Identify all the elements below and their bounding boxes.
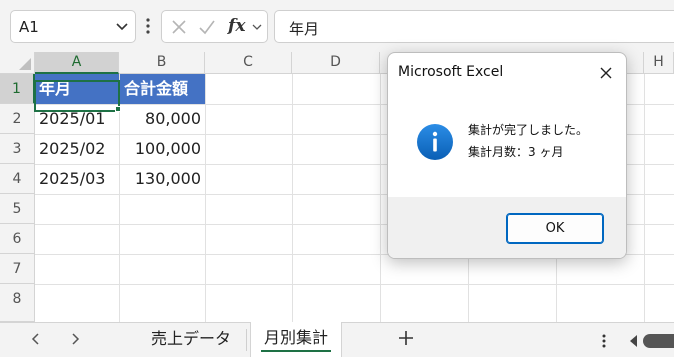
- chevron-left-icon[interactable]: [29, 332, 43, 346]
- row-header-4[interactable]: 4: [0, 164, 35, 194]
- column-header-c[interactable]: C: [205, 52, 292, 74]
- dialog-footer: OK: [388, 197, 626, 258]
- dialog-title: Microsoft Excel: [398, 64, 504, 80]
- cell-a4[interactable]: 2025/03: [35, 164, 119, 194]
- expand-chevron-icon[interactable]: [251, 21, 263, 33]
- cell-b2[interactable]: 80,000: [120, 104, 205, 134]
- row-header-2[interactable]: 2: [0, 104, 35, 134]
- cell-b4[interactable]: 130,000: [120, 164, 205, 194]
- row-header-1[interactable]: 1: [0, 74, 35, 104]
- name-box-value: A1: [19, 18, 39, 36]
- more-options-icon[interactable]: [145, 16, 151, 36]
- column-header-a[interactable]: A: [35, 52, 119, 74]
- sheet-tab-bar: 売上データ 月別集計: [0, 322, 674, 357]
- row-header-8[interactable]: 8: [0, 284, 35, 322]
- more-options-icon[interactable]: [601, 333, 607, 349]
- fill-handle[interactable]: [115, 106, 121, 112]
- row-header-6[interactable]: 6: [0, 224, 35, 254]
- ok-button[interactable]: OK: [506, 213, 604, 244]
- cell-b3[interactable]: 100,000: [120, 134, 205, 164]
- formula-bar: A1 fx 年月: [0, 0, 674, 52]
- add-sheet-icon[interactable]: [396, 328, 416, 348]
- name-box[interactable]: A1: [10, 10, 136, 43]
- formula-buttons: fx: [161, 10, 268, 43]
- info-icon: [417, 124, 453, 160]
- active-cell-border: [34, 80, 120, 112]
- dialog-body: 集計が完了しました。 集計月数：3 ヶ月: [388, 89, 626, 197]
- scroll-left-icon[interactable]: [630, 335, 637, 347]
- enter-check-icon[interactable]: [198, 18, 216, 36]
- excel-window: A1 fx 年月 A B C D E F G H 1 2 3 4 5 6 7 8: [0, 0, 674, 357]
- chevron-down-icon[interactable]: [115, 19, 129, 33]
- row-header-3[interactable]: 3: [0, 134, 35, 164]
- dialog-message-line-1: 集計が完了しました。: [468, 123, 589, 137]
- column-header-b[interactable]: B: [119, 52, 205, 74]
- horizontal-scrollbar[interactable]: [643, 334, 674, 348]
- column-header-d[interactable]: D: [292, 52, 380, 74]
- chevron-right-icon[interactable]: [68, 332, 82, 346]
- row-header-7[interactable]: 7: [0, 254, 35, 284]
- sheet-tab-monthly-summary[interactable]: 月別集計: [250, 322, 342, 357]
- sheet-tab-label: 月別集計: [263, 328, 328, 347]
- formula-value: 年月: [289, 20, 320, 38]
- select-all-button[interactable]: [0, 52, 35, 74]
- cancel-icon[interactable]: [170, 18, 188, 36]
- formula-input[interactable]: 年月: [274, 10, 674, 43]
- close-icon[interactable]: [598, 65, 614, 81]
- column-header-h[interactable]: H: [644, 52, 674, 74]
- cell-b1[interactable]: 合計金額: [120, 74, 205, 104]
- row-header-5[interactable]: 5: [0, 194, 35, 224]
- message-dialog: Microsoft Excel 集計が完了しました。 集計月数：3 ヶ月 OK: [387, 52, 627, 259]
- dialog-message-line-2: 集計月数：3 ヶ月: [468, 145, 564, 159]
- insert-function-icon[interactable]: fx: [228, 16, 245, 36]
- cell-a3[interactable]: 2025/02: [35, 134, 119, 164]
- sheet-tab-sales-data[interactable]: 売上データ: [142, 323, 240, 357]
